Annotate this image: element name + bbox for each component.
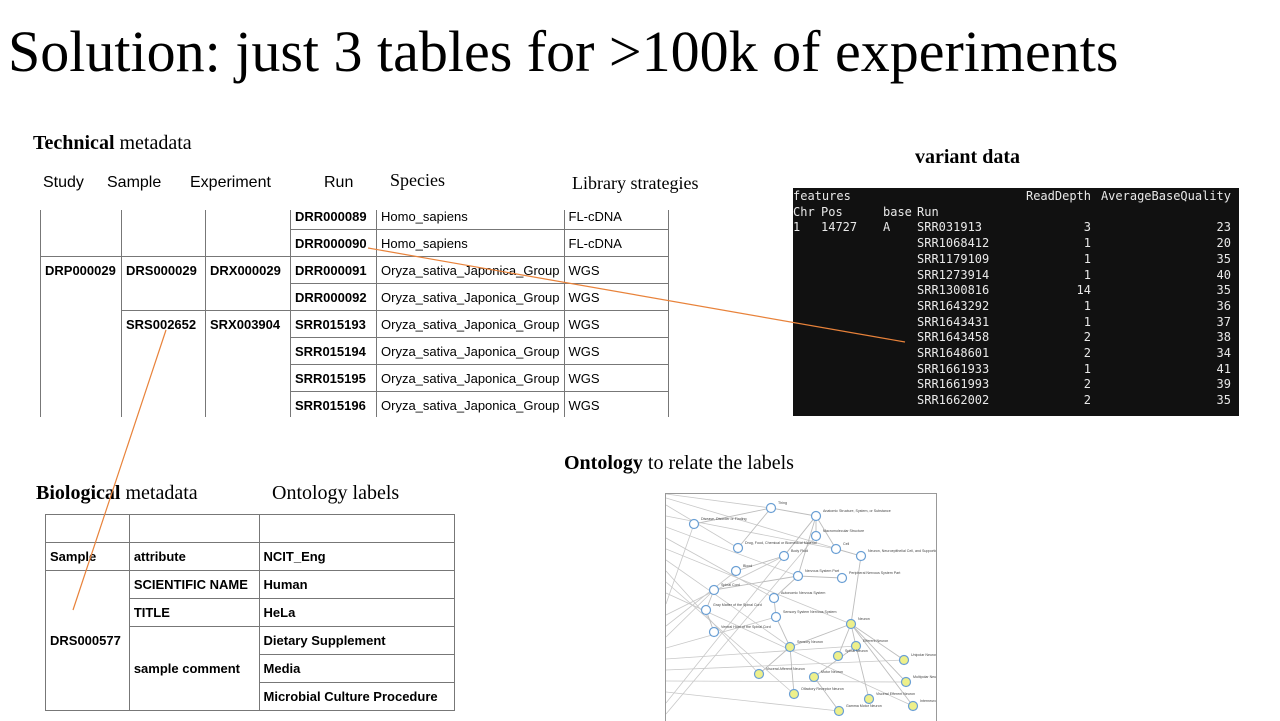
connector-run-to-variant	[367, 247, 906, 343]
connector-sample-to-biological	[72, 329, 167, 611]
connector-lines	[72, 247, 906, 611]
